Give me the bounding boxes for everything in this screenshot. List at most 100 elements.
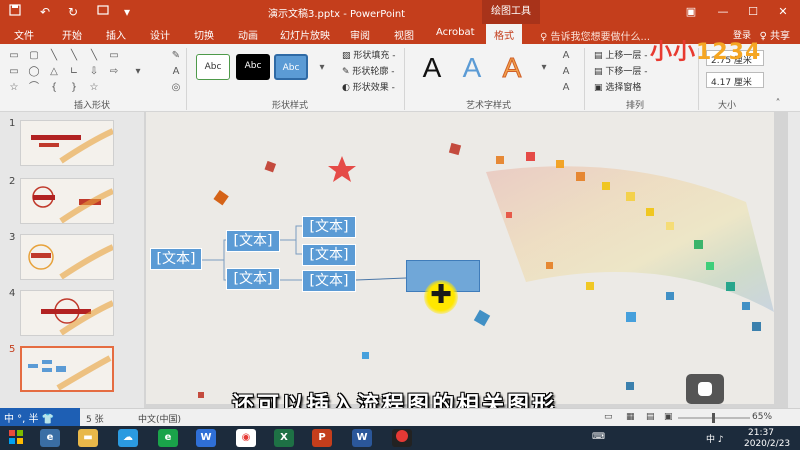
selection-pane-button[interactable]: ▣ 选择窗格	[594, 80, 641, 93]
zoom-slider[interactable]	[674, 412, 754, 424]
brace-shape-icon[interactable]: {	[46, 82, 62, 94]
rounded-rectangle-shape-icon[interactable]: ▢	[26, 50, 42, 62]
keyboard-icon[interactable]: ⌨	[592, 432, 605, 442]
shape-style-preset[interactable]: Abc	[236, 54, 270, 80]
wordart-style-blue[interactable]: A	[454, 50, 490, 86]
close-button[interactable]: ✕	[768, 0, 798, 24]
tab-view[interactable]: 视图	[394, 27, 414, 42]
brace-shape-icon[interactable]: }	[66, 82, 82, 94]
tell-me-search[interactable]: ♀ 告诉我您想要做什么...	[540, 28, 650, 43]
redo-icon[interactable]: ↻	[64, 3, 82, 21]
text-effects-icon[interactable]: A	[558, 82, 574, 94]
file-explorer-icon[interactable]: ▬	[78, 429, 98, 447]
tab-acrobat[interactable]: Acrobat	[436, 27, 475, 38]
slide-thumbnail-4[interactable]	[20, 290, 114, 336]
l-shape-icon[interactable]: ∟	[66, 66, 82, 78]
slide-thumbnails-pane: 1 2 3 4 5	[0, 112, 144, 408]
shape-style-preset[interactable]: Abc	[196, 54, 230, 80]
wps-icon[interactable]: W	[196, 429, 216, 447]
maximize-button[interactable]: ☐	[738, 0, 768, 24]
minimize-button[interactable]: —	[708, 0, 738, 24]
tab-review[interactable]: 审阅	[350, 27, 370, 42]
tab-slideshow[interactable]: 幻灯片放映	[280, 27, 330, 42]
start-button-icon[interactable]	[6, 429, 26, 447]
rectangle-shape-icon[interactable]: ▭	[106, 50, 122, 62]
tab-design[interactable]: 设计	[150, 27, 170, 42]
ime-indicator[interactable]: 中 °, 半 👕	[0, 408, 80, 426]
zoom-level[interactable]: 65%	[752, 412, 772, 422]
excel-icon[interactable]: X	[274, 429, 294, 447]
recorder-icon[interactable]	[392, 429, 412, 447]
rectangle-shape-icon[interactable]: ▭	[6, 50, 22, 62]
slide-sorter-icon[interactable]: ▦	[626, 412, 635, 422]
collapse-ribbon-icon[interactable]: ˄	[770, 98, 786, 110]
smartart-level3-node[interactable]: [文本]	[302, 244, 356, 266]
title-bar: ↶ ↻ ▾ 演示文稿3.pptx - PowerPoint 绘图工具 ▣ — ☐…	[0, 0, 800, 24]
shape-gallery[interactable]: ▭ ▢ ╲ ╲ ╲ ▭ ▭ ◯ △ ∟ ⇩ ⇨ ☆ ⌒ { } ☆ ▾	[6, 50, 156, 94]
star-shape-icon[interactable]: ☆	[86, 82, 102, 94]
cloud-app-icon[interactable]: ☁	[118, 429, 138, 447]
merge-shapes-icon[interactable]: ◎	[168, 82, 184, 94]
line-shape-icon[interactable]: ╲	[86, 50, 102, 62]
bring-forward-button[interactable]: ▤ 上移一层 -	[594, 48, 647, 61]
tab-home[interactable]: 开始	[62, 27, 82, 42]
slide-thumbnail-2[interactable]	[20, 178, 114, 224]
smartart-level3-node[interactable]: [文本]	[302, 216, 356, 238]
chrome-icon[interactable]: ◉	[236, 429, 256, 447]
shape-styles-group-label: 形状样式	[272, 101, 309, 111]
from-beginning-icon[interactable]	[94, 3, 112, 21]
star-shape-icon[interactable]: ☆	[6, 82, 22, 94]
arrow-shape-icon[interactable]: ⇨	[106, 66, 122, 78]
slide-thumbnail-3[interactable]	[20, 234, 114, 280]
more-wordart-icon[interactable]: ▾	[536, 62, 552, 74]
ie-icon[interactable]: e	[40, 429, 60, 447]
text-outline-icon[interactable]: A	[558, 66, 574, 78]
smartart-root-node[interactable]: [文本]	[150, 248, 202, 270]
customize-toolbar-icon[interactable]: ▾	[118, 3, 136, 21]
share-button[interactable]: ♀ 共享	[759, 27, 790, 42]
shape-outline-button[interactable]: ✎ 形状轮廓 -	[342, 64, 395, 77]
arrow-shape-icon[interactable]: ⇩	[86, 66, 102, 78]
vertical-scrollbar[interactable]	[788, 112, 800, 408]
tray-ime[interactable]: 中 ♪	[706, 432, 724, 445]
undo-icon[interactable]: ↶	[36, 3, 54, 21]
wordart-style-black[interactable]: A	[414, 50, 450, 86]
slide-thumbnail-5-selected[interactable]	[20, 346, 114, 392]
shape-effects-button[interactable]: ◐ 形状效果 -	[342, 80, 395, 93]
ribbon-options-button[interactable]: ▣	[676, 0, 706, 24]
tab-format[interactable]: 格式	[486, 24, 522, 44]
word-icon[interactable]: W	[352, 429, 372, 447]
save-icon[interactable]	[6, 3, 24, 21]
more-styles-icon[interactable]: ▾	[314, 62, 330, 74]
browser-icon[interactable]: e	[158, 429, 178, 447]
line-shape-icon[interactable]: ╲	[66, 50, 82, 62]
smartart-level2-node[interactable]: [文本]	[226, 230, 280, 252]
tab-insert[interactable]: 插入	[106, 27, 126, 42]
language-indicator[interactable]: 中文(中国)	[138, 412, 181, 425]
smartart-level2-node[interactable]: [文本]	[226, 268, 280, 290]
curve-shape-icon[interactable]: ⌒	[26, 82, 42, 94]
normal-view-icon[interactable]: ▭	[604, 412, 613, 422]
wordart-style-orange[interactable]: A	[494, 50, 530, 86]
triangle-shape-icon[interactable]: △	[46, 66, 62, 78]
slide-canvas[interactable]: [文本] [文本] [文本] [文本] [文本] [文本] ✚	[146, 112, 774, 404]
shape-style-preset-selected[interactable]: Abc	[274, 54, 308, 80]
tab-transitions[interactable]: 切换	[194, 27, 214, 42]
tab-file[interactable]: 文件	[14, 27, 34, 42]
reading-view-icon[interactable]: ▤	[646, 412, 655, 422]
powerpoint-icon[interactable]: P	[312, 429, 332, 447]
shape-width-input[interactable]: 4.17 厘米	[706, 72, 764, 88]
send-backward-button[interactable]: ▤ 下移一层 -	[594, 64, 647, 77]
text-fill-icon[interactable]: A	[558, 50, 574, 62]
more-shapes-icon[interactable]: ▾	[130, 66, 146, 78]
tab-animations[interactable]: 动画	[238, 27, 258, 42]
slide-thumbnail-1[interactable]	[20, 120, 114, 166]
slideshow-view-icon[interactable]: ▣	[664, 412, 673, 422]
rectangle-shape-icon[interactable]: ▭	[6, 66, 22, 78]
oval-shape-icon[interactable]: ◯	[26, 66, 42, 78]
line-shape-icon[interactable]: ╲	[46, 50, 62, 62]
text-box-icon[interactable]: A	[168, 66, 184, 78]
edit-shape-icon[interactable]: ✎	[168, 50, 184, 62]
smartart-level3-node[interactable]: [文本]	[302, 270, 356, 292]
shape-fill-button[interactable]: ▨ 形状填充 -	[342, 48, 395, 61]
